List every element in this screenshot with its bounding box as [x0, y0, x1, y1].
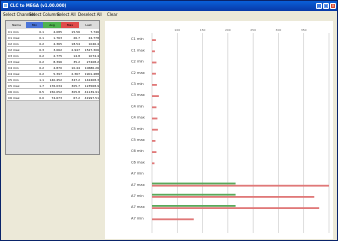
bar-red	[152, 117, 158, 120]
column-header-last[interactable]: Last	[79, 22, 98, 28]
menu-deselect-all[interactable]: Deselect All	[78, 12, 102, 17]
bar-red	[152, 184, 329, 187]
bar-green	[152, 182, 236, 185]
bar-red	[152, 196, 315, 198]
bar-green	[152, 205, 236, 207]
column-header-max[interactable]: Max	[61, 22, 79, 28]
bar-red	[152, 207, 320, 209]
bar-red	[152, 128, 158, 131]
bar-chart: 100 150 200 250 300 350 C1 min C1 max C2 min C2 m…	[131, 28, 330, 233]
category-label: C6 max	[131, 160, 146, 164]
category-label: C4 max	[131, 116, 146, 120]
category-label: C3 max	[131, 93, 146, 97]
row-value-cell: 0.0	[39, 96, 44, 100]
row-name-cell: C6 max	[8, 96, 20, 100]
bar-green	[152, 193, 236, 196]
category-label: A7 min	[131, 194, 144, 198]
bar-red	[152, 50, 155, 53]
app-window: CLC to MEGA (v1.00.000) _ □ × Select Cha…	[0, 0, 338, 241]
category-label: C6 min	[131, 149, 144, 153]
category-label: A7 max	[131, 205, 146, 209]
maximize-button[interactable]: □	[323, 3, 329, 9]
category-label: C1 min	[131, 37, 144, 41]
close-button[interactable]: ×	[330, 3, 336, 9]
window-title: CLC to MEGA (v1.00.000)	[10, 3, 67, 8]
menu-select-columns[interactable]: Select Columns	[29, 12, 60, 17]
bar-red	[152, 162, 155, 165]
bar-red	[152, 95, 159, 97]
bar-red	[152, 218, 194, 221]
x-tick-label: 100	[174, 28, 180, 32]
bar-red	[152, 151, 157, 153]
bar-red	[152, 84, 157, 86]
category-label: C1 max	[131, 48, 146, 52]
category-label: C4 min	[131, 104, 144, 108]
x-tick-label: 200	[225, 28, 231, 32]
category-label: C2 min	[131, 60, 144, 64]
row-value-cell: 67.2	[73, 96, 80, 100]
bar-red	[152, 39, 156, 41]
menu-select-all[interactable]: Select All	[57, 12, 76, 17]
category-label: A7 min	[131, 216, 144, 220]
bar-red	[152, 140, 156, 142]
app-icon	[3, 3, 8, 8]
bar-red	[152, 72, 156, 75]
category-label: C5 min	[131, 127, 144, 131]
menu-bar: Select Channels Select Columns Select Al…	[1, 11, 337, 18]
bar-red	[152, 61, 157, 64]
table-row[interactable]: C6 max 0.0 74.673 67.2 41997.51	[7, 95, 99, 101]
row-value-cell: 41997.51	[84, 96, 99, 100]
chart-panel: 100 150 200 250 300 350 C1 min C1 max C2 min C2 m…	[105, 21, 333, 239]
minimize-button[interactable]: _	[316, 3, 322, 9]
column-header-avg[interactable]: Avg	[43, 22, 61, 28]
row-value-cell: 74.673	[51, 96, 63, 100]
x-tick-label: 150	[200, 28, 206, 32]
category-label: A7 min	[131, 172, 144, 176]
x-tick-label: 350	[301, 28, 307, 32]
column-header-name[interactable]: Name	[7, 22, 26, 28]
column-header-min[interactable]: Min	[26, 22, 43, 28]
category-label: C2 max	[131, 71, 146, 75]
category-label: C5 max	[131, 138, 146, 142]
x-tick-label: 250	[250, 28, 256, 32]
x-tick-label: 300	[276, 28, 282, 32]
category-label: A7 max	[131, 183, 146, 187]
menu-clear[interactable]: Clear	[107, 12, 117, 17]
bar-red	[152, 106, 157, 109]
title-bar[interactable]: CLC to MEGA (v1.00.000) _ □ ×	[1, 1, 337, 11]
channel-table: Name Min Avg Max Last C1 min 0.1 4.085 15.56 7.7…	[5, 20, 100, 155]
category-label: C3 min	[131, 82, 144, 86]
